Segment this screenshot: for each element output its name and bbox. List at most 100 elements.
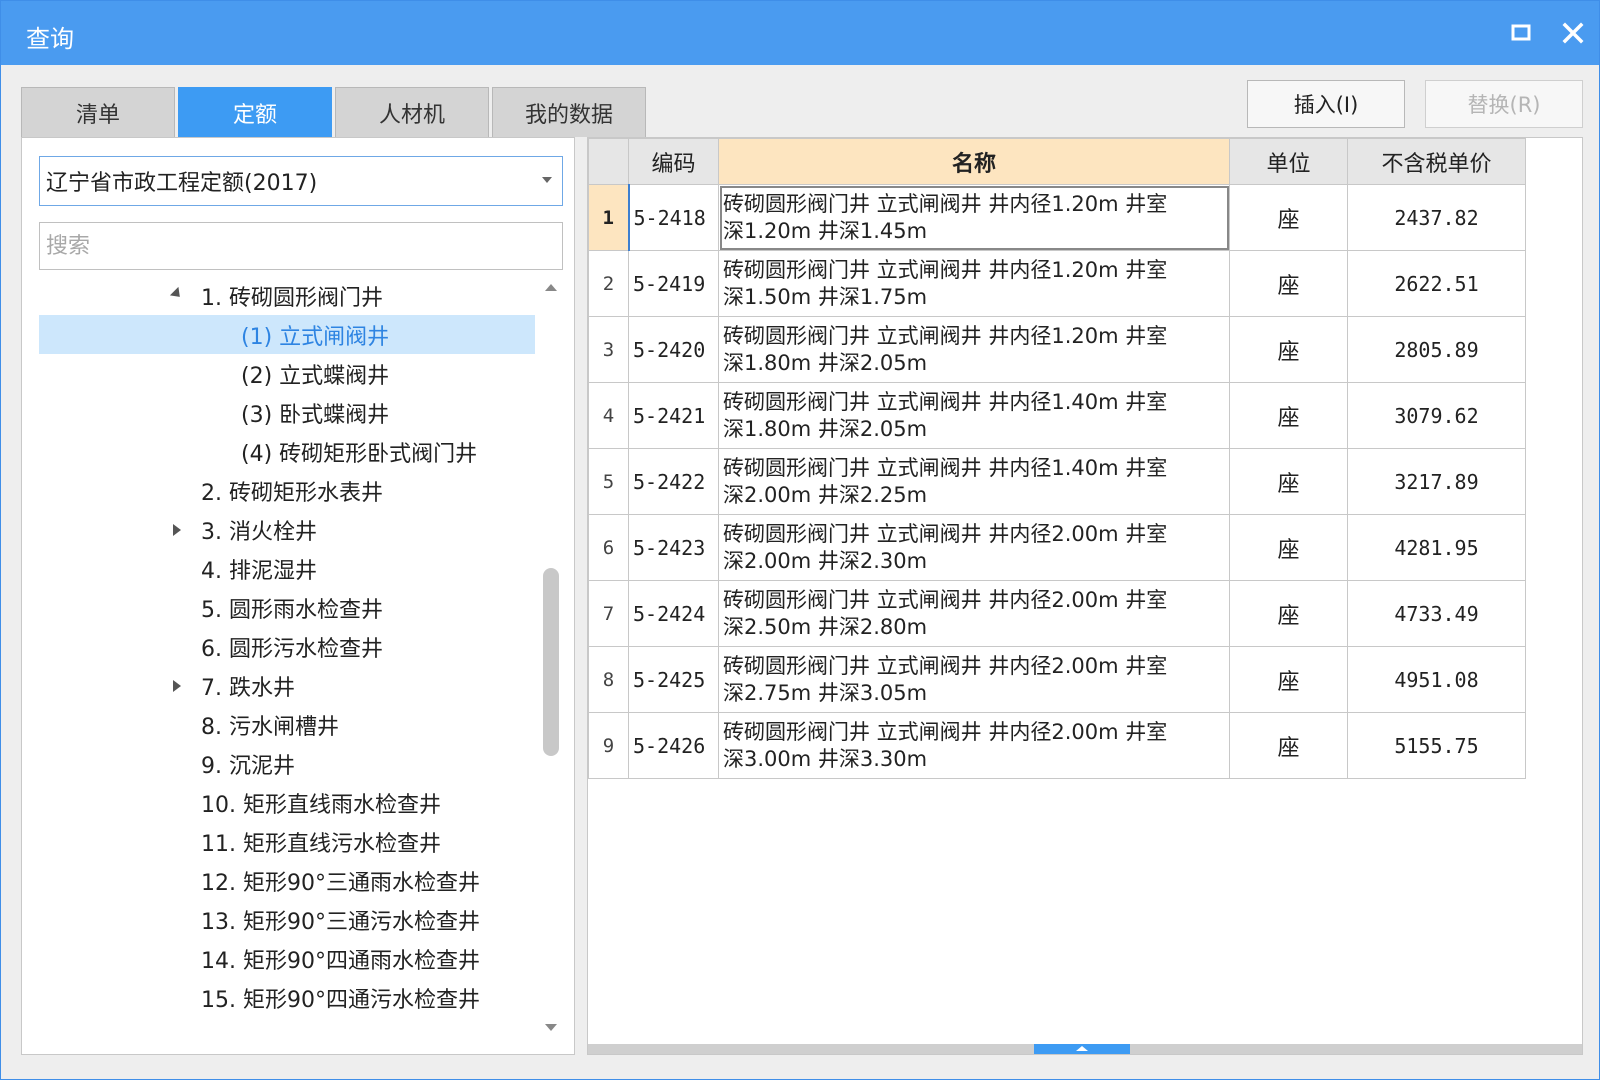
close-button[interactable]: [1555, 15, 1591, 51]
table-row[interactable]: 3 5-2420 砖砌圆形阀门井 立式闸阀井 井内径1.20m 井室 深1.80m 井…: [588, 316, 1526, 383]
quota-unit[interactable]: 座: [1229, 250, 1348, 317]
splitter-handle[interactable]: [1034, 1044, 1130, 1054]
tree-item-label: 10. 矩形直线雨水检查井: [201, 792, 441, 818]
tab-my-data[interactable]: 我的数据: [492, 87, 646, 137]
tree-item[interactable]: 5. 圆形雨水检查井: [39, 588, 535, 627]
replace-button[interactable]: 替换(R): [1425, 80, 1583, 128]
table-row[interactable]: 2 5-2419 砖砌圆形阀门井 立式闸阀井 井内径1.20m 井室 深1.50m 井…: [588, 250, 1526, 317]
quota-unit[interactable]: 座: [1229, 646, 1348, 713]
tree-item-label: 6. 圆形污水检查井: [201, 636, 383, 662]
quota-code[interactable]: 5-2420: [628, 316, 719, 383]
quota-code[interactable]: 5-2422: [628, 448, 719, 515]
caret-expanded-icon[interactable]: [169, 286, 185, 302]
tab-qingdan[interactable]: 清单: [21, 87, 175, 137]
table-row[interactable]: 5 5-2422 砖砌圆形阀门井 立式闸阀井 井内径1.40m 井室 深2.00m 井…: [588, 448, 1526, 515]
tree-item[interactable]: 8. 污水闸槽井: [39, 705, 535, 744]
quota-price[interactable]: 2437.82: [1347, 184, 1526, 251]
row-index[interactable]: 3: [588, 316, 629, 383]
quota-unit[interactable]: 座: [1229, 448, 1348, 515]
tree-item[interactable]: 10. 矩形直线雨水检查井: [39, 783, 535, 822]
column-header-code[interactable]: 编码: [628, 138, 719, 185]
quota-price[interactable]: 4951.08: [1347, 646, 1526, 713]
tree-item[interactable]: 11. 矩形直线污水检查井: [39, 822, 535, 861]
tree-item[interactable]: 14. 矩形90°四通雨水检查井: [39, 939, 535, 978]
quota-price[interactable]: 5155.75: [1347, 712, 1526, 779]
row-index[interactable]: 2: [588, 250, 629, 317]
quota-unit[interactable]: 座: [1229, 316, 1348, 383]
tree-item[interactable]: 13. 矩形90°三通污水检查井: [39, 900, 535, 939]
maximize-button[interactable]: [1503, 15, 1539, 51]
quota-code[interactable]: 5-2419: [628, 250, 719, 317]
row-index[interactable]: 9: [588, 712, 629, 779]
table-row[interactable]: 1 5-2418 砖砌圆形阀门井 立式闸阀井 井内径1.20m 井室 深1.20m 井…: [588, 184, 1526, 251]
tree-item[interactable]: (2) 立式蝶阀井: [39, 354, 535, 393]
tree-item[interactable]: 15. 矩形90°四通污水检查井: [39, 978, 535, 1017]
quota-code[interactable]: 5-2423: [628, 514, 719, 581]
quota-name[interactable]: 砖砌圆形阀门井 立式闸阀井 井内径1.40m 井室 深2.00m 井深2.25m: [718, 448, 1230, 515]
quota-name[interactable]: 砖砌圆形阀门井 立式闸阀井 井内径2.00m 井室 深2.50m 井深2.80m: [718, 580, 1230, 647]
table-row[interactable]: 8 5-2425 砖砌圆形阀门井 立式闸阀井 井内径2.00m 井室 深2.75m 井…: [588, 646, 1526, 713]
quota-name[interactable]: 砖砌圆形阀门井 立式闸阀井 井内径1.40m 井室 深1.80m 井深2.05m: [718, 382, 1230, 449]
quota-unit[interactable]: 座: [1229, 514, 1348, 581]
caret-collapsed-icon[interactable]: [173, 524, 181, 536]
table-row[interactable]: 4 5-2421 砖砌圆形阀门井 立式闸阀井 井内径1.40m 井室 深1.80m 井…: [588, 382, 1526, 449]
tab-dinge[interactable]: 定额: [178, 87, 332, 137]
row-index[interactable]: 4: [588, 382, 629, 449]
quota-name[interactable]: 砖砌圆形阀门井 立式闸阀井 井内径1.20m 井室 深1.20m 井深1.45m: [718, 184, 1230, 251]
tree-scrollbar[interactable]: [540, 276, 562, 1046]
tree-item[interactable]: (1) 立式闸阀井: [39, 315, 535, 354]
caret-collapsed-icon[interactable]: [173, 680, 181, 692]
tree-item[interactable]: 7. 跌水井: [39, 666, 535, 705]
quota-price[interactable]: 2805.89: [1347, 316, 1526, 383]
tree-item[interactable]: 3. 消火栓井: [39, 510, 535, 549]
quota-name[interactable]: 砖砌圆形阀门井 立式闸阀井 井内径2.00m 井室 深2.75m 井深3.05m: [718, 646, 1230, 713]
quota-unit[interactable]: 座: [1229, 712, 1348, 779]
tree-item[interactable]: 1. 砖砌圆形阀门井: [39, 276, 535, 315]
tree-item[interactable]: 12. 矩形90°三通雨水检查井: [39, 861, 535, 900]
tree-item[interactable]: (4) 砖砌矩形卧式阀门井: [39, 432, 535, 471]
quota-price[interactable]: 3079.62: [1347, 382, 1526, 449]
library-select[interactable]: 辽宁省市政工程定额(2017): [39, 156, 563, 206]
row-index[interactable]: 8: [588, 646, 629, 713]
row-index[interactable]: 5: [588, 448, 629, 515]
column-header-unit[interactable]: 单位: [1229, 138, 1348, 185]
table-row[interactable]: 6 5-2423 砖砌圆形阀门井 立式闸阀井 井内径2.00m 井室 深2.00m 井…: [588, 514, 1526, 581]
quota-unit[interactable]: 座: [1229, 184, 1348, 251]
quota-code[interactable]: 5-2421: [628, 382, 719, 449]
quota-price[interactable]: 4281.95: [1347, 514, 1526, 581]
horizontal-scrollbar[interactable]: [588, 1044, 1582, 1054]
tab-rencaiji[interactable]: 人材机: [335, 87, 489, 137]
tree-item[interactable]: 9. 沉泥井: [39, 744, 535, 783]
quota-code[interactable]: 5-2424: [628, 580, 719, 647]
table-row[interactable]: 9 5-2426 砖砌圆形阀门井 立式闸阀井 井内径2.00m 井室 深3.00m 井…: [588, 712, 1526, 779]
quota-name[interactable]: 砖砌圆形阀门井 立式闸阀井 井内径2.00m 井室 深2.00m 井深2.30m: [718, 514, 1230, 581]
title-bar[interactable]: 查询: [1, 1, 1599, 65]
quota-unit[interactable]: 座: [1229, 382, 1348, 449]
scroll-up-icon[interactable]: [545, 284, 557, 291]
quota-price[interactable]: 4733.49: [1347, 580, 1526, 647]
insert-button[interactable]: 插入(I): [1247, 80, 1405, 128]
quota-name[interactable]: 砖砌圆形阀门井 立式闸阀井 井内径2.00m 井室 深3.00m 井深3.30m: [718, 712, 1230, 779]
row-index[interactable]: 6: [588, 514, 629, 581]
quota-code[interactable]: 5-2426: [628, 712, 719, 779]
quota-name[interactable]: 砖砌圆形阀门井 立式闸阀井 井内径1.20m 井室 深1.80m 井深2.05m: [718, 316, 1230, 383]
quota-name[interactable]: 砖砌圆形阀门井 立式闸阀井 井内径1.20m 井室 深1.50m 井深1.75m: [718, 250, 1230, 317]
quota-name-line: 深2.75m 井深3.05m: [723, 680, 928, 705]
tree-item[interactable]: 6. 圆形污水检查井: [39, 627, 535, 666]
tree-item[interactable]: 2. 砖砌矩形水表井: [39, 471, 535, 510]
quota-code[interactable]: 5-2418: [627, 184, 719, 251]
search-input[interactable]: [39, 222, 563, 270]
column-header-price[interactable]: 不含税单价: [1347, 138, 1526, 185]
table-row[interactable]: 7 5-2424 砖砌圆形阀门井 立式闸阀井 井内径2.00m 井室 深2.50m 井…: [588, 580, 1526, 647]
quota-unit[interactable]: 座: [1229, 580, 1348, 647]
quota-price[interactable]: 3217.89: [1347, 448, 1526, 515]
tree-item[interactable]: (3) 卧式蝶阀井: [39, 393, 535, 432]
quota-price[interactable]: 2622.51: [1347, 250, 1526, 317]
tree-item[interactable]: 4. 排泥湿井: [39, 549, 535, 588]
quota-code[interactable]: 5-2425: [628, 646, 719, 713]
scroll-down-icon[interactable]: [545, 1024, 557, 1031]
row-index[interactable]: 1: [588, 184, 629, 251]
row-index[interactable]: 7: [588, 580, 629, 647]
column-header-name[interactable]: 名称: [718, 138, 1230, 185]
scrollbar-thumb[interactable]: [543, 568, 559, 756]
